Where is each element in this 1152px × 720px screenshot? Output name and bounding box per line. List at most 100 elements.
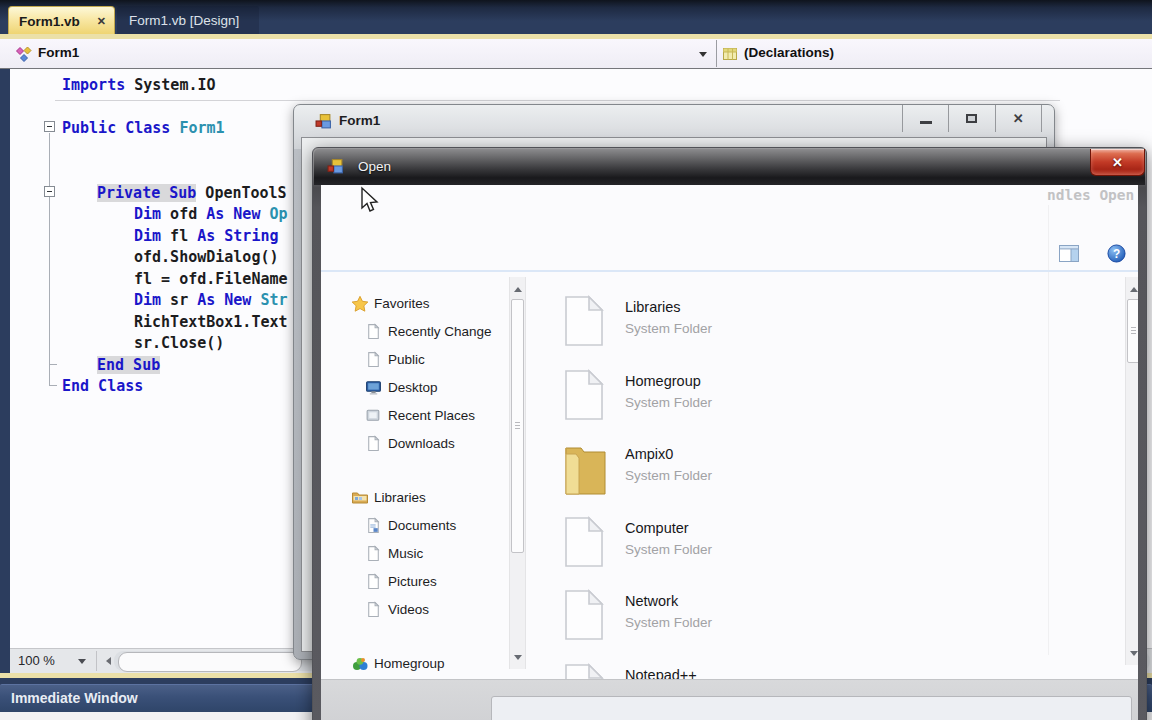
libraries-icon — [351, 489, 368, 506]
nav-item-desktop[interactable]: Desktop — [365, 375, 438, 399]
object-dropdown[interactable]: Form1 — [38, 45, 79, 60]
dialog-titlebar[interactable]: Open — [314, 149, 1145, 185]
scrollbar-thumb[interactable] — [1127, 299, 1138, 363]
bigpage-icon — [561, 516, 607, 572]
code-line: Dim ofd As New Op — [134, 205, 288, 226]
window-controls: ✕ — [902, 105, 1042, 132]
nav-item-label: Downloads — [388, 436, 455, 451]
nav-section-favorites[interactable]: Favorites — [351, 291, 430, 315]
code-line: ofd.ShowDialog() — [134, 248, 279, 269]
scroll-left-icon[interactable] — [102, 657, 111, 665]
code-line: Public Class Form1 — [62, 119, 225, 140]
chevron-down-icon[interactable] — [699, 52, 707, 61]
file-name: Computer — [625, 520, 689, 536]
filelist-scrollbar[interactable] — [1125, 277, 1138, 665]
tab-form1vb[interactable]: Form1.vb ✕ — [8, 6, 115, 35]
file-type: System Folder — [625, 395, 712, 410]
tab-close-icon[interactable]: ✕ — [97, 15, 106, 28]
nav-item-label: Desktop — [388, 380, 438, 395]
code-line: fl = ofd.FileName — [134, 270, 288, 291]
member-dropdown[interactable]: (Declarations) — [744, 45, 834, 60]
tab-form1vb-design[interactable]: Form1.vb [Design] — [117, 6, 259, 35]
page-icon — [365, 601, 382, 618]
file-type: System Folder — [625, 542, 712, 557]
nav-item-label: Documents — [388, 518, 456, 533]
star-icon — [351, 295, 368, 312]
nav-section-homegroup[interactable]: Homegroup — [351, 651, 445, 673]
scroll-down-icon[interactable] — [514, 655, 522, 664]
ghost-line — [1048, 205, 1049, 655]
scrollbar-thumb[interactable] — [511, 299, 524, 553]
svg-text:?: ? — [1113, 247, 1120, 261]
nav-item-label: Recent Places — [388, 408, 475, 423]
nav-item-label: Music — [388, 546, 423, 561]
navpane-scrollbar[interactable] — [509, 277, 526, 669]
maximize-button[interactable] — [948, 105, 994, 132]
region-separator — [55, 100, 1060, 101]
dialog-content: ndles Open ? Favorites Recently Change Pub… — [321, 185, 1138, 720]
document-tab-bar: Form1.vb ✕ Form1.vb [Design] — [0, 0, 1152, 35]
nav-item-public[interactable]: Public — [365, 347, 425, 371]
dialog-title: Open — [358, 159, 391, 174]
nav-item-recent-places[interactable]: Recent Places — [365, 403, 475, 427]
dialog-close-button[interactable]: ✕ — [1090, 149, 1145, 176]
file-name: Network — [625, 593, 678, 609]
code-line: Dim sr As New Str — [134, 291, 288, 312]
outline-line — [49, 133, 50, 385]
editor-navigation-bar: Form1 (Declarations) — [0, 39, 1152, 69]
code-line: RichTextBox1.Text — [134, 313, 288, 334]
minimize-button[interactable] — [902, 105, 948, 132]
file-type: System Folder — [625, 468, 712, 483]
nav-section-label: Favorites — [374, 296, 430, 311]
nav-item-pictures[interactable]: Pictures — [365, 569, 437, 593]
ghost-text: ndles Open — [1047, 187, 1134, 203]
declarations-icon — [722, 46, 738, 62]
nav-item-music[interactable]: Music — [365, 541, 423, 565]
code-line: Imports System.IO — [62, 76, 216, 97]
mouse-cursor — [358, 186, 380, 216]
page-icon — [365, 573, 382, 590]
nav-item-downloads[interactable]: Downloads — [365, 431, 455, 455]
filename-input[interactable] — [491, 696, 1132, 720]
code-line: End Sub — [97, 356, 160, 377]
desktop-icon — [365, 379, 382, 396]
file-name: Libraries — [625, 299, 681, 315]
code-line: Private Sub OpenToolS — [97, 184, 287, 205]
scrollbar-thumb[interactable] — [118, 652, 302, 672]
page-icon — [365, 435, 382, 452]
scroll-down-icon[interactable] — [1130, 651, 1138, 660]
fold-marker-class[interactable] — [44, 121, 55, 132]
scroll-up-icon[interactable] — [514, 283, 522, 292]
scroll-up-icon[interactable] — [1130, 283, 1138, 292]
dialog-nav-pane: Favorites Recently Change Public Desktop Rec… — [321, 273, 509, 673]
file-name: Ampix0 — [625, 446, 673, 462]
preview-pane-icon[interactable] — [1059, 245, 1079, 262]
immediate-window-title: Immediate Window — [11, 690, 138, 706]
help-icon[interactable]: ? — [1107, 244, 1126, 263]
outline-tick — [49, 385, 57, 386]
form-icon — [327, 158, 344, 175]
nav-item-recently-change[interactable]: Recently Change — [365, 319, 492, 343]
form-icon — [315, 113, 332, 130]
screen: Form1.vb ✕ Form1.vb [Design] Form1 (Decl… — [0, 0, 1152, 720]
close-icon: ✕ — [1112, 155, 1123, 170]
toolbar-separator — [321, 270, 1138, 272]
outline-tick — [49, 364, 57, 365]
page-icon — [365, 545, 382, 562]
file-type: System Folder — [625, 321, 712, 336]
divider — [96, 651, 97, 671]
navbar-divider — [716, 40, 717, 67]
nav-item-label: Videos — [388, 602, 429, 617]
bigfolder-icon — [561, 442, 611, 500]
close-button[interactable]: ✕ — [995, 105, 1042, 132]
zoom-level-select[interactable]: 100 % — [18, 653, 55, 668]
homegroup-icon — [351, 655, 368, 672]
zoom-chevron-icon[interactable] — [78, 659, 86, 668]
nav-item-documents[interactable]: Documents — [365, 513, 456, 537]
dialog-footer — [321, 679, 1138, 720]
bigpage-icon — [561, 369, 607, 425]
fold-marker-sub[interactable] — [44, 186, 55, 197]
nav-section-libraries[interactable]: Libraries — [351, 485, 426, 509]
tab-label: Form1.vb — [19, 14, 80, 29]
nav-item-videos[interactable]: Videos — [365, 597, 429, 621]
